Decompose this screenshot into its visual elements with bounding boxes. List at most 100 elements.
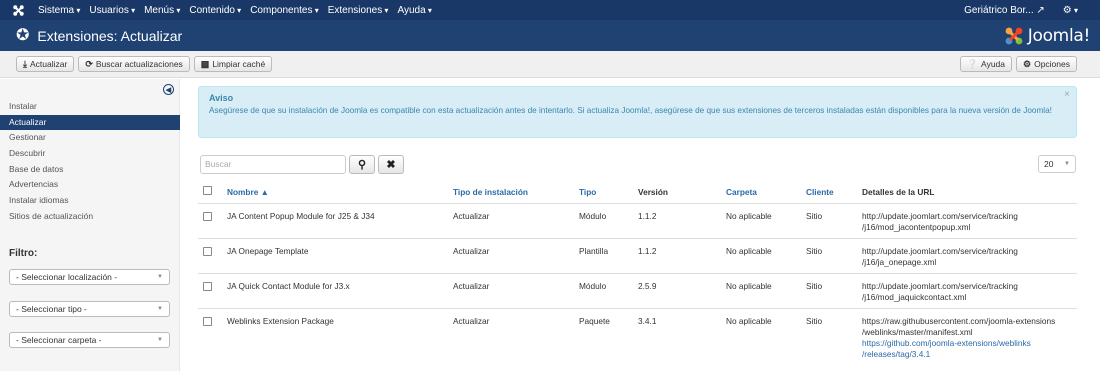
updates-table: Nombre ▲ Tipo de instalación Tipo Versió… xyxy=(198,181,1077,360)
row-checkbox[interactable] xyxy=(203,281,212,291)
row-checkbox[interactable] xyxy=(203,211,212,221)
joomla-icon[interactable] xyxy=(10,2,26,18)
release-link[interactable]: https://github.com/joomla-extensions/web… xyxy=(862,338,1077,360)
extension-client: Sitio xyxy=(806,237,862,273)
row-checkbox[interactable] xyxy=(203,316,212,326)
extension-client: Sitio xyxy=(806,202,862,238)
question-icon: ❔ xyxy=(966,58,979,69)
list-limit-value: 20 xyxy=(1044,159,1054,169)
search-input[interactable]: Buscar xyxy=(200,155,346,174)
help-label: Ayuda xyxy=(981,59,1005,69)
main-content: Aviso Asegúrese de que su instalación de… xyxy=(198,86,1077,175)
table-row: JA Quick Contact Module for J3.x Actuali… xyxy=(198,272,1077,308)
collapse-sidebar-icon[interactable]: ◀ xyxy=(163,84,174,95)
trash-icon: ▩ xyxy=(200,58,210,69)
table-header-row: Nombre ▲ Tipo de instalación Tipo Versió… xyxy=(198,181,1077,203)
column-header-type[interactable]: Tipo xyxy=(579,181,638,203)
site-name: Geriátrico Bor... xyxy=(964,4,1034,16)
details-url: http://update.joomlart.com/service/track… xyxy=(862,237,1077,273)
menu-item-menus[interactable]: Menús xyxy=(144,5,180,16)
type-filter-value: - Seleccionar tipo - xyxy=(16,304,87,314)
title-bar: ✪ Extensiones: Actualizar Joomla! xyxy=(0,20,1100,51)
purge-cache-label: Limpiar caché xyxy=(212,59,266,69)
find-updates-label: Buscar actualizaciones xyxy=(95,59,183,69)
search-button[interactable]: ⚲ xyxy=(349,155,375,174)
list-limit-select[interactable]: 20 ▼ xyxy=(1038,155,1076,173)
joomla-logo-icon xyxy=(1004,26,1024,46)
clear-search-button[interactable]: ✖ xyxy=(378,155,404,174)
menu-item-extensiones[interactable]: Extensiones xyxy=(328,5,389,16)
column-header-install-type[interactable]: Tipo de instalación xyxy=(453,181,579,203)
extension-name: JA Quick Contact Module for J3.x xyxy=(227,272,453,308)
row-checkbox[interactable] xyxy=(203,246,212,256)
extension-type: Plantilla xyxy=(579,237,638,273)
purge-cache-button[interactable]: ▩ Limpiar caché xyxy=(193,56,273,72)
alert-text: Asegúrese de que su instalación de Jooml… xyxy=(209,106,1052,115)
chevron-down-icon: ▼ xyxy=(157,274,163,280)
find-updates-button[interactable]: ⟳ Buscar actualizaciones xyxy=(78,56,190,72)
details-url-line: http://update.joomlart.com/service/track… xyxy=(862,210,1018,221)
main-menu: Sistema Usuarios Menús Contenido Compone… xyxy=(38,5,432,16)
table-row: JA Content Popup Module for J25 & J34 Ac… xyxy=(198,202,1077,238)
top-navbar: Sistema Usuarios Menús Contenido Compone… xyxy=(0,0,1100,20)
search-icon: ⚲ xyxy=(357,159,367,171)
update-button[interactable]: ⤓ Actualizar xyxy=(16,56,75,72)
site-link[interactable]: Geriátrico Bor... ↗ xyxy=(964,5,1045,16)
menu-item-contenido[interactable]: Contenido xyxy=(189,5,241,16)
install-type: Actualizar xyxy=(453,272,579,308)
extension-client: Sitio xyxy=(806,307,862,360)
options-button[interactable]: ⚙ Opciones xyxy=(1016,56,1077,72)
details-url-line: https://raw.githubusercontent.com/joomla… xyxy=(862,315,1056,326)
details-url: https://raw.githubusercontent.com/joomla… xyxy=(862,307,1077,360)
external-link-icon: ↗ xyxy=(1036,4,1045,16)
sidebar-item-gestionar[interactable]: Gestionar xyxy=(0,130,180,146)
column-header-folder[interactable]: Carpeta xyxy=(726,181,806,203)
extension-folder: No aplicable xyxy=(726,202,806,238)
search-row: Buscar ⚲ ✖ 20 ▼ xyxy=(198,155,1077,175)
filter-label: Filtro: xyxy=(9,248,38,259)
sidebar-item-instalar[interactable]: Instalar xyxy=(0,99,180,115)
select-all-checkbox[interactable] xyxy=(203,186,212,196)
extension-name: Weblinks Extension Package xyxy=(227,307,453,360)
refresh-icon: ⟳ xyxy=(85,58,93,69)
joomla-brand: Joomla! xyxy=(1004,26,1090,46)
menu-item-usuarios[interactable]: Usuarios xyxy=(89,5,135,16)
close-icon[interactable]: × xyxy=(1064,89,1070,100)
extension-folder: No aplicable xyxy=(726,307,806,360)
sidebar-item-descubrir[interactable]: Descubrir xyxy=(0,146,180,162)
menu-item-componentes[interactable]: Componentes xyxy=(250,5,319,16)
extension-folder: No aplicable xyxy=(726,272,806,308)
location-filter-value: - Seleccionar localización - xyxy=(16,272,118,282)
page-title: Extensiones: Actualizar xyxy=(37,27,183,44)
type-filter-select[interactable]: - Seleccionar tipo - ▼ xyxy=(9,301,170,317)
sidebar: ◀ Instalar Actualizar Gestionar Descubri… xyxy=(0,79,180,371)
extension-type: Paquete xyxy=(579,307,638,360)
sidebar-item-actualizar[interactable]: Actualizar xyxy=(0,114,180,131)
extension-version: 1.1.2 xyxy=(638,202,726,238)
chevron-down-icon: ▼ xyxy=(157,306,163,312)
menu-item-ayuda[interactable]: Ayuda xyxy=(397,5,431,16)
folder-filter-select[interactable]: - Seleccionar carpeta - ▼ xyxy=(9,332,170,348)
chevron-down-icon: ▼ xyxy=(157,337,163,343)
folder-filter-value: - Seleccionar carpeta - xyxy=(16,335,102,345)
details-url-line: http://update.joomlart.com/service/track… xyxy=(862,280,1018,291)
update-button-label: Actualizar xyxy=(29,59,68,69)
details-url-line: /j16/mod_jaquickcontact.xml xyxy=(862,291,967,302)
details-url-line: /weblinks/master/manifest.xml xyxy=(862,326,973,337)
sidebar-item-advertencias[interactable]: Advertencias xyxy=(0,177,180,193)
help-button[interactable]: ❔ Ayuda xyxy=(959,56,1012,72)
extension-version: 3.4.1 xyxy=(638,307,726,360)
menu-item-sistema[interactable]: Sistema xyxy=(38,5,80,16)
alert-heading: Aviso xyxy=(209,93,234,103)
location-filter-select[interactable]: - Seleccionar localización - ▼ xyxy=(9,269,170,285)
gear-icon[interactable]: ⚙ xyxy=(1063,5,1078,16)
chevron-down-icon: ▼ xyxy=(1064,161,1070,167)
column-header-client[interactable]: Cliente xyxy=(806,181,862,203)
column-header-name[interactable]: Nombre ▲ xyxy=(227,181,453,203)
sidebar-item-base-de-datos[interactable]: Base de datos xyxy=(0,162,180,178)
details-url-line: /j16/mod_jacontentpopup.xml xyxy=(862,221,971,232)
release-link-line: https://github.com/joomla-extensions/web… xyxy=(862,337,1031,348)
sidebar-item-sitios-actualizacion[interactable]: Sitios de actualización xyxy=(0,209,180,225)
select-all-cell xyxy=(198,181,227,203)
sidebar-item-instalar-idiomas[interactable]: Instalar idiomas xyxy=(0,193,180,209)
